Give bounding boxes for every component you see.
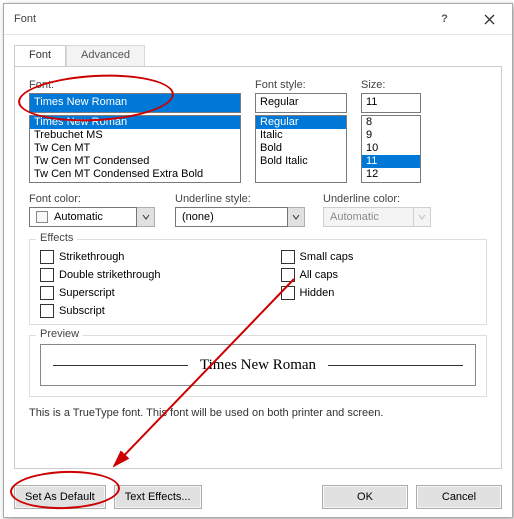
color-dropdown[interactable]: Automatic bbox=[29, 207, 157, 227]
dialog-title: Font bbox=[14, 13, 422, 25]
dialog-footer: Set As Default Text Effects... OK Cancel bbox=[14, 485, 502, 509]
list-item[interactable]: Times New Roman bbox=[30, 116, 240, 129]
preview-rule bbox=[328, 365, 463, 366]
list-item[interactable]: Tw Cen MT bbox=[30, 142, 240, 155]
tab-advanced[interactable]: Advanced bbox=[66, 45, 145, 67]
chk-all-caps[interactable]: All caps bbox=[281, 268, 354, 282]
list-item[interactable]: 8 bbox=[362, 116, 420, 129]
size-list[interactable]: 8 9 10 11 12 bbox=[361, 115, 421, 183]
list-item[interactable]: 10 bbox=[362, 142, 420, 155]
color-label: Font color: bbox=[29, 193, 157, 205]
list-item[interactable]: Trebuchet MS bbox=[30, 129, 240, 142]
preview-group: Preview Times New Roman bbox=[29, 335, 487, 397]
chevron-down-icon bbox=[288, 207, 305, 227]
chk-double-strikethrough[interactable]: Double strikethrough bbox=[40, 268, 161, 282]
style-input[interactable]: Regular bbox=[255, 93, 347, 113]
ucolor-label: Underline color: bbox=[323, 193, 431, 205]
preview-text: Times New Roman bbox=[200, 357, 316, 374]
tab-pane: Font: Times New Roman Times New Roman Tr… bbox=[14, 66, 502, 469]
chk-small-caps[interactable]: Small caps bbox=[281, 250, 354, 264]
cancel-button[interactable]: Cancel bbox=[416, 485, 502, 509]
close-icon bbox=[484, 14, 495, 25]
underline-value: (none) bbox=[182, 211, 214, 223]
chk-strikethrough[interactable]: Strikethrough bbox=[40, 250, 161, 264]
list-item[interactable]: Italic bbox=[256, 129, 346, 142]
effects-group: Effects Strikethrough Double strikethrou… bbox=[29, 239, 487, 325]
chk-superscript[interactable]: Superscript bbox=[40, 286, 161, 300]
list-item[interactable]: Bold Italic bbox=[256, 155, 346, 168]
size-input[interactable]: 11 bbox=[361, 93, 421, 113]
tab-font[interactable]: Font bbox=[14, 45, 66, 67]
chevron-down-icon bbox=[137, 207, 155, 227]
list-item[interactable]: 12 bbox=[362, 168, 420, 181]
chk-hidden[interactable]: Hidden bbox=[281, 286, 354, 300]
list-item[interactable]: Tw Cen MT Condensed bbox=[30, 155, 240, 168]
ok-button[interactable]: OK bbox=[322, 485, 408, 509]
chevron-down-icon bbox=[414, 207, 431, 227]
list-item[interactable]: Regular bbox=[256, 116, 346, 129]
close-button[interactable] bbox=[467, 4, 512, 34]
swatch-icon bbox=[36, 211, 48, 223]
underline-dropdown[interactable]: (none) bbox=[175, 207, 305, 227]
text-effects-button[interactable]: Text Effects... bbox=[114, 485, 202, 509]
font-list[interactable]: Times New Roman Trebuchet MS Tw Cen MT T… bbox=[29, 115, 241, 183]
chk-subscript[interactable]: Subscript bbox=[40, 304, 161, 318]
effects-label: Effects bbox=[36, 232, 77, 244]
font-input[interactable]: Times New Roman bbox=[29, 93, 241, 113]
preview-label: Preview bbox=[36, 328, 83, 340]
font-note: This is a TrueType font. This font will … bbox=[29, 407, 487, 419]
list-item[interactable]: Tw Cen MT Condensed Extra Bold bbox=[30, 168, 240, 181]
preview-rule bbox=[53, 365, 188, 366]
help-button[interactable]: ? bbox=[422, 4, 467, 34]
set-default-button[interactable]: Set As Default bbox=[14, 485, 106, 509]
style-label: Font style: bbox=[255, 79, 347, 91]
style-list[interactable]: Regular Italic Bold Bold Italic bbox=[255, 115, 347, 183]
titlebar: Font ? bbox=[4, 4, 512, 35]
font-label: Font: bbox=[29, 79, 241, 91]
color-value: Automatic bbox=[54, 211, 103, 223]
list-item[interactable]: Bold bbox=[256, 142, 346, 155]
tabs: Font Advanced bbox=[14, 44, 502, 66]
ucolor-dropdown: Automatic bbox=[323, 207, 431, 227]
font-dialog: Font ? Font Advanced Font: Times New Rom… bbox=[3, 3, 513, 518]
ucolor-value: Automatic bbox=[330, 211, 379, 223]
size-label: Size: bbox=[361, 79, 421, 91]
list-item[interactable]: 11 bbox=[362, 155, 420, 168]
underline-label: Underline style: bbox=[175, 193, 305, 205]
list-item[interactable]: 9 bbox=[362, 129, 420, 142]
